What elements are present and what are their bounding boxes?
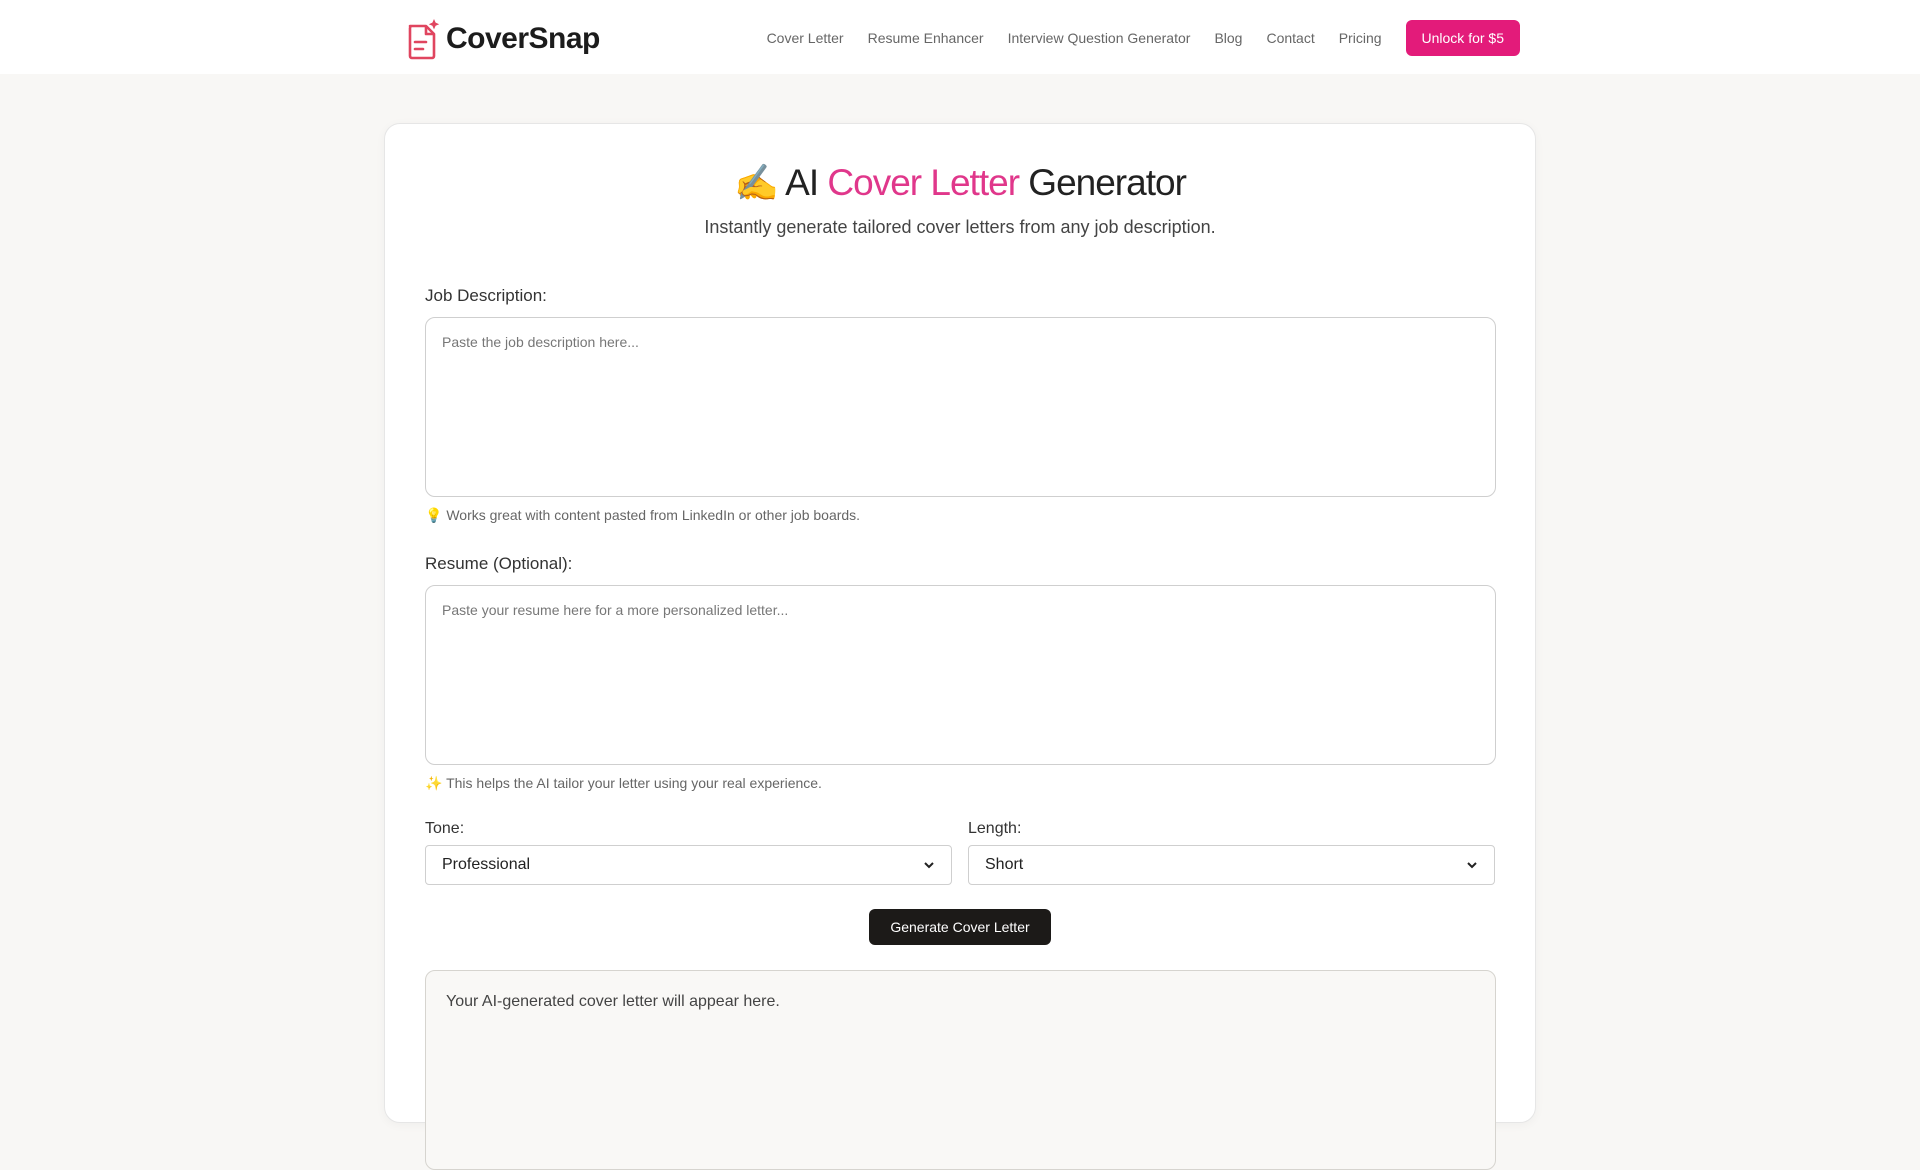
title-prefix: AI [785,162,819,203]
writing-hand-icon: ✍️ [734,162,779,203]
nav-link-resume-enhancer[interactable]: Resume Enhancer [868,30,984,46]
resume-textarea[interactable] [425,585,1496,765]
nav-link-pricing[interactable]: Pricing [1339,30,1382,46]
sparkles-icon: ✨ [425,775,443,791]
length-label: Length: [968,820,1022,837]
generator-card: ✍️ AI Cover Letter Generator Instantly g… [384,123,1536,1170]
chevron-down-icon [1467,862,1477,869]
page-subtitle: Instantly generate tailored cover letter… [704,217,1216,237]
main-nav: Cover Letter Resume Enhancer Interview Q… [767,20,1520,56]
chevron-down-icon [924,862,934,869]
unlock-button[interactable]: Unlock for $5 [1405,20,1520,56]
job-hint-text: Works great with content pasted from Lin… [446,507,861,523]
title-suffix: Generator [1028,162,1187,203]
document-sparkle-icon [408,19,440,60]
tone-selected-value: Professional [442,856,531,873]
output-placeholder-text: Your AI-generated cover letter will appe… [446,993,780,1010]
nav-link-interview-question-generator[interactable]: Interview Question Generator [1008,30,1191,46]
nav-link-cover-letter[interactable]: Cover Letter [767,30,844,46]
brand-name: CoverSnap [446,22,600,55]
page-title: ✍️ AI Cover Letter Generator [385,162,1535,204]
top-navbar: CoverSnap Cover Letter Resume Enhancer I… [0,0,1920,74]
resume-label: Resume (Optional): [425,554,573,573]
length-selected-value: Short [985,856,1024,873]
resume-hint-text: This helps the AI tailor your letter usi… [446,775,822,791]
job-description-hint: 💡 Works great with content pasted from L… [425,507,860,524]
logo[interactable]: CoverSnap [406,18,600,60]
cover-letter-output: Your AI-generated cover letter will appe… [425,970,1496,1170]
job-description-label: Job Description: [425,286,547,305]
tone-select[interactable]: Professional [425,845,952,885]
nav-link-contact[interactable]: Contact [1266,30,1314,46]
job-description-textarea[interactable] [425,317,1496,497]
generate-cover-letter-button[interactable]: Generate Cover Letter [869,909,1051,945]
resume-hint: ✨ This helps the AI tailor your letter u… [425,775,822,792]
lightbulb-icon: 💡 [425,507,443,523]
length-select[interactable]: Short [968,845,1495,885]
nav-link-blog[interactable]: Blog [1214,30,1242,46]
title-highlight: Cover Letter [827,162,1020,203]
tone-label: Tone: [425,820,465,837]
